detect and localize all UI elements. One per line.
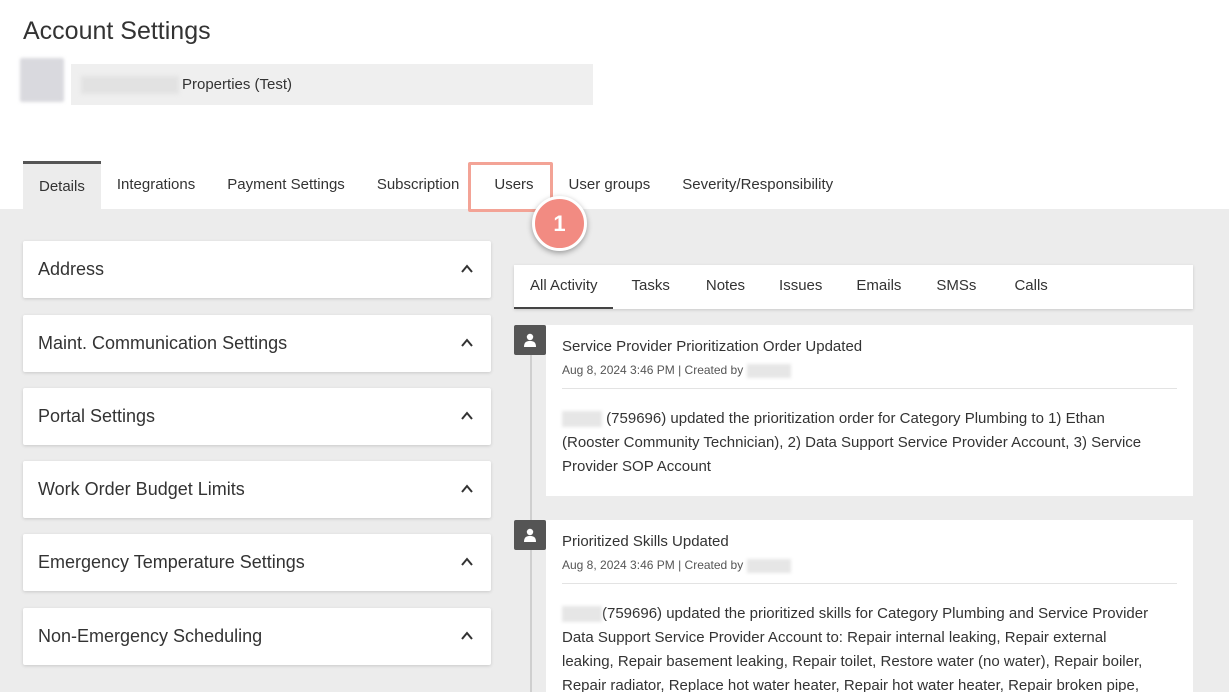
activity-meta-text: Aug 8, 2024 3:46 PM | Created by — [562, 363, 744, 377]
tab-all-activity[interactable]: All Activity — [514, 265, 613, 309]
tab-details[interactable]: Details — [23, 161, 101, 209]
panel-title: Portal Settings — [38, 406, 156, 426]
page-title: Account Settings — [23, 17, 211, 45]
tab-emails[interactable]: Emails — [839, 265, 918, 309]
card-divider — [562, 583, 1177, 584]
tab-tasks[interactable]: Tasks — [613, 265, 689, 309]
activity-body: (759696) updated the prioritization orde… — [562, 407, 1161, 479]
panel-work-order-budget-limits[interactable]: Work Order Budget Limits — [23, 461, 491, 518]
tab-issues[interactable]: Issues — [762, 265, 839, 309]
activity-meta: Aug 8, 2024 3:46 PM | Created by — [562, 558, 791, 573]
timeline-user-icon — [514, 325, 546, 355]
activity-title: Service Provider Prioritization Order Up… — [562, 338, 863, 355]
activity-meta: Aug 8, 2024 3:46 PM | Created by — [562, 363, 791, 378]
settings-tabs: Details Integrations Payment Settings Su… — [23, 161, 849, 209]
panel-title: Maint. Communication Settings — [38, 333, 288, 353]
activity-body-text: (759696) updated the prioritization orde… — [562, 410, 1142, 475]
account-avatar — [20, 58, 64, 102]
redacted-text — [562, 606, 602, 623]
tab-notes[interactable]: Notes — [689, 265, 762, 309]
card-divider — [562, 388, 1177, 389]
redacted-text — [81, 76, 179, 94]
panel-maint-communication-settings[interactable]: Maint. Communication Settings — [23, 315, 491, 372]
redacted-text — [746, 558, 791, 573]
redacted-text — [562, 411, 602, 428]
page-header: Account Settings Properties (Test) Detai… — [0, 0, 1229, 209]
tab-calls[interactable]: Calls — [998, 265, 1064, 309]
activity-body: (759696) updated the prioritized skills … — [562, 602, 1161, 692]
chevron-up-icon — [461, 411, 473, 420]
timeline-user-icon — [514, 520, 546, 550]
tab-smss[interactable]: SMSs — [918, 265, 998, 309]
tab-payment-settings[interactable]: Payment Settings — [211, 161, 361, 209]
activity-card: Prioritized Skills Updated Aug 8, 2024 3… — [546, 520, 1193, 692]
chevron-up-icon — [461, 264, 473, 273]
panel-title: Work Order Budget Limits — [38, 479, 245, 499]
chevron-up-icon — [461, 484, 473, 493]
chevron-up-icon — [461, 631, 473, 640]
person-icon — [524, 333, 536, 347]
tab-subscription[interactable]: Subscription — [361, 161, 476, 209]
panel-title: Address — [38, 259, 105, 279]
chevron-up-icon — [461, 338, 473, 347]
chevron-up-icon — [461, 557, 473, 566]
activity-title: Prioritized Skills Updated — [562, 533, 729, 550]
person-icon — [524, 528, 536, 542]
account-name-box: Properties (Test) — [71, 64, 593, 105]
account-name: Properties (Test) — [182, 76, 293, 93]
step-badge: 1 — [532, 196, 587, 251]
panel-non-emergency-scheduling[interactable]: Non-Emergency Scheduling — [23, 608, 491, 665]
panel-portal-settings[interactable]: Portal Settings — [23, 388, 491, 445]
panel-title: Non-Emergency Scheduling — [38, 626, 263, 646]
timeline-line — [530, 341, 532, 692]
panel-title: Emergency Temperature Settings — [38, 552, 305, 572]
panel-emergency-temperature-settings[interactable]: Emergency Temperature Settings — [23, 534, 491, 591]
tab-integrations[interactable]: Integrations — [101, 161, 211, 209]
tab-severity-responsibility[interactable]: Severity/Responsibility — [666, 161, 849, 209]
activity-card: Service Provider Prioritization Order Up… — [546, 325, 1193, 496]
activity-meta-text: Aug 8, 2024 3:46 PM | Created by — [562, 558, 744, 572]
activity-body-text: (759696) updated the prioritized skills … — [562, 605, 1149, 692]
activity-tabs: All Activity Tasks Notes Issues Emails S… — [514, 265, 1193, 309]
redacted-text — [746, 363, 791, 378]
panel-address[interactable]: Address — [23, 241, 491, 298]
